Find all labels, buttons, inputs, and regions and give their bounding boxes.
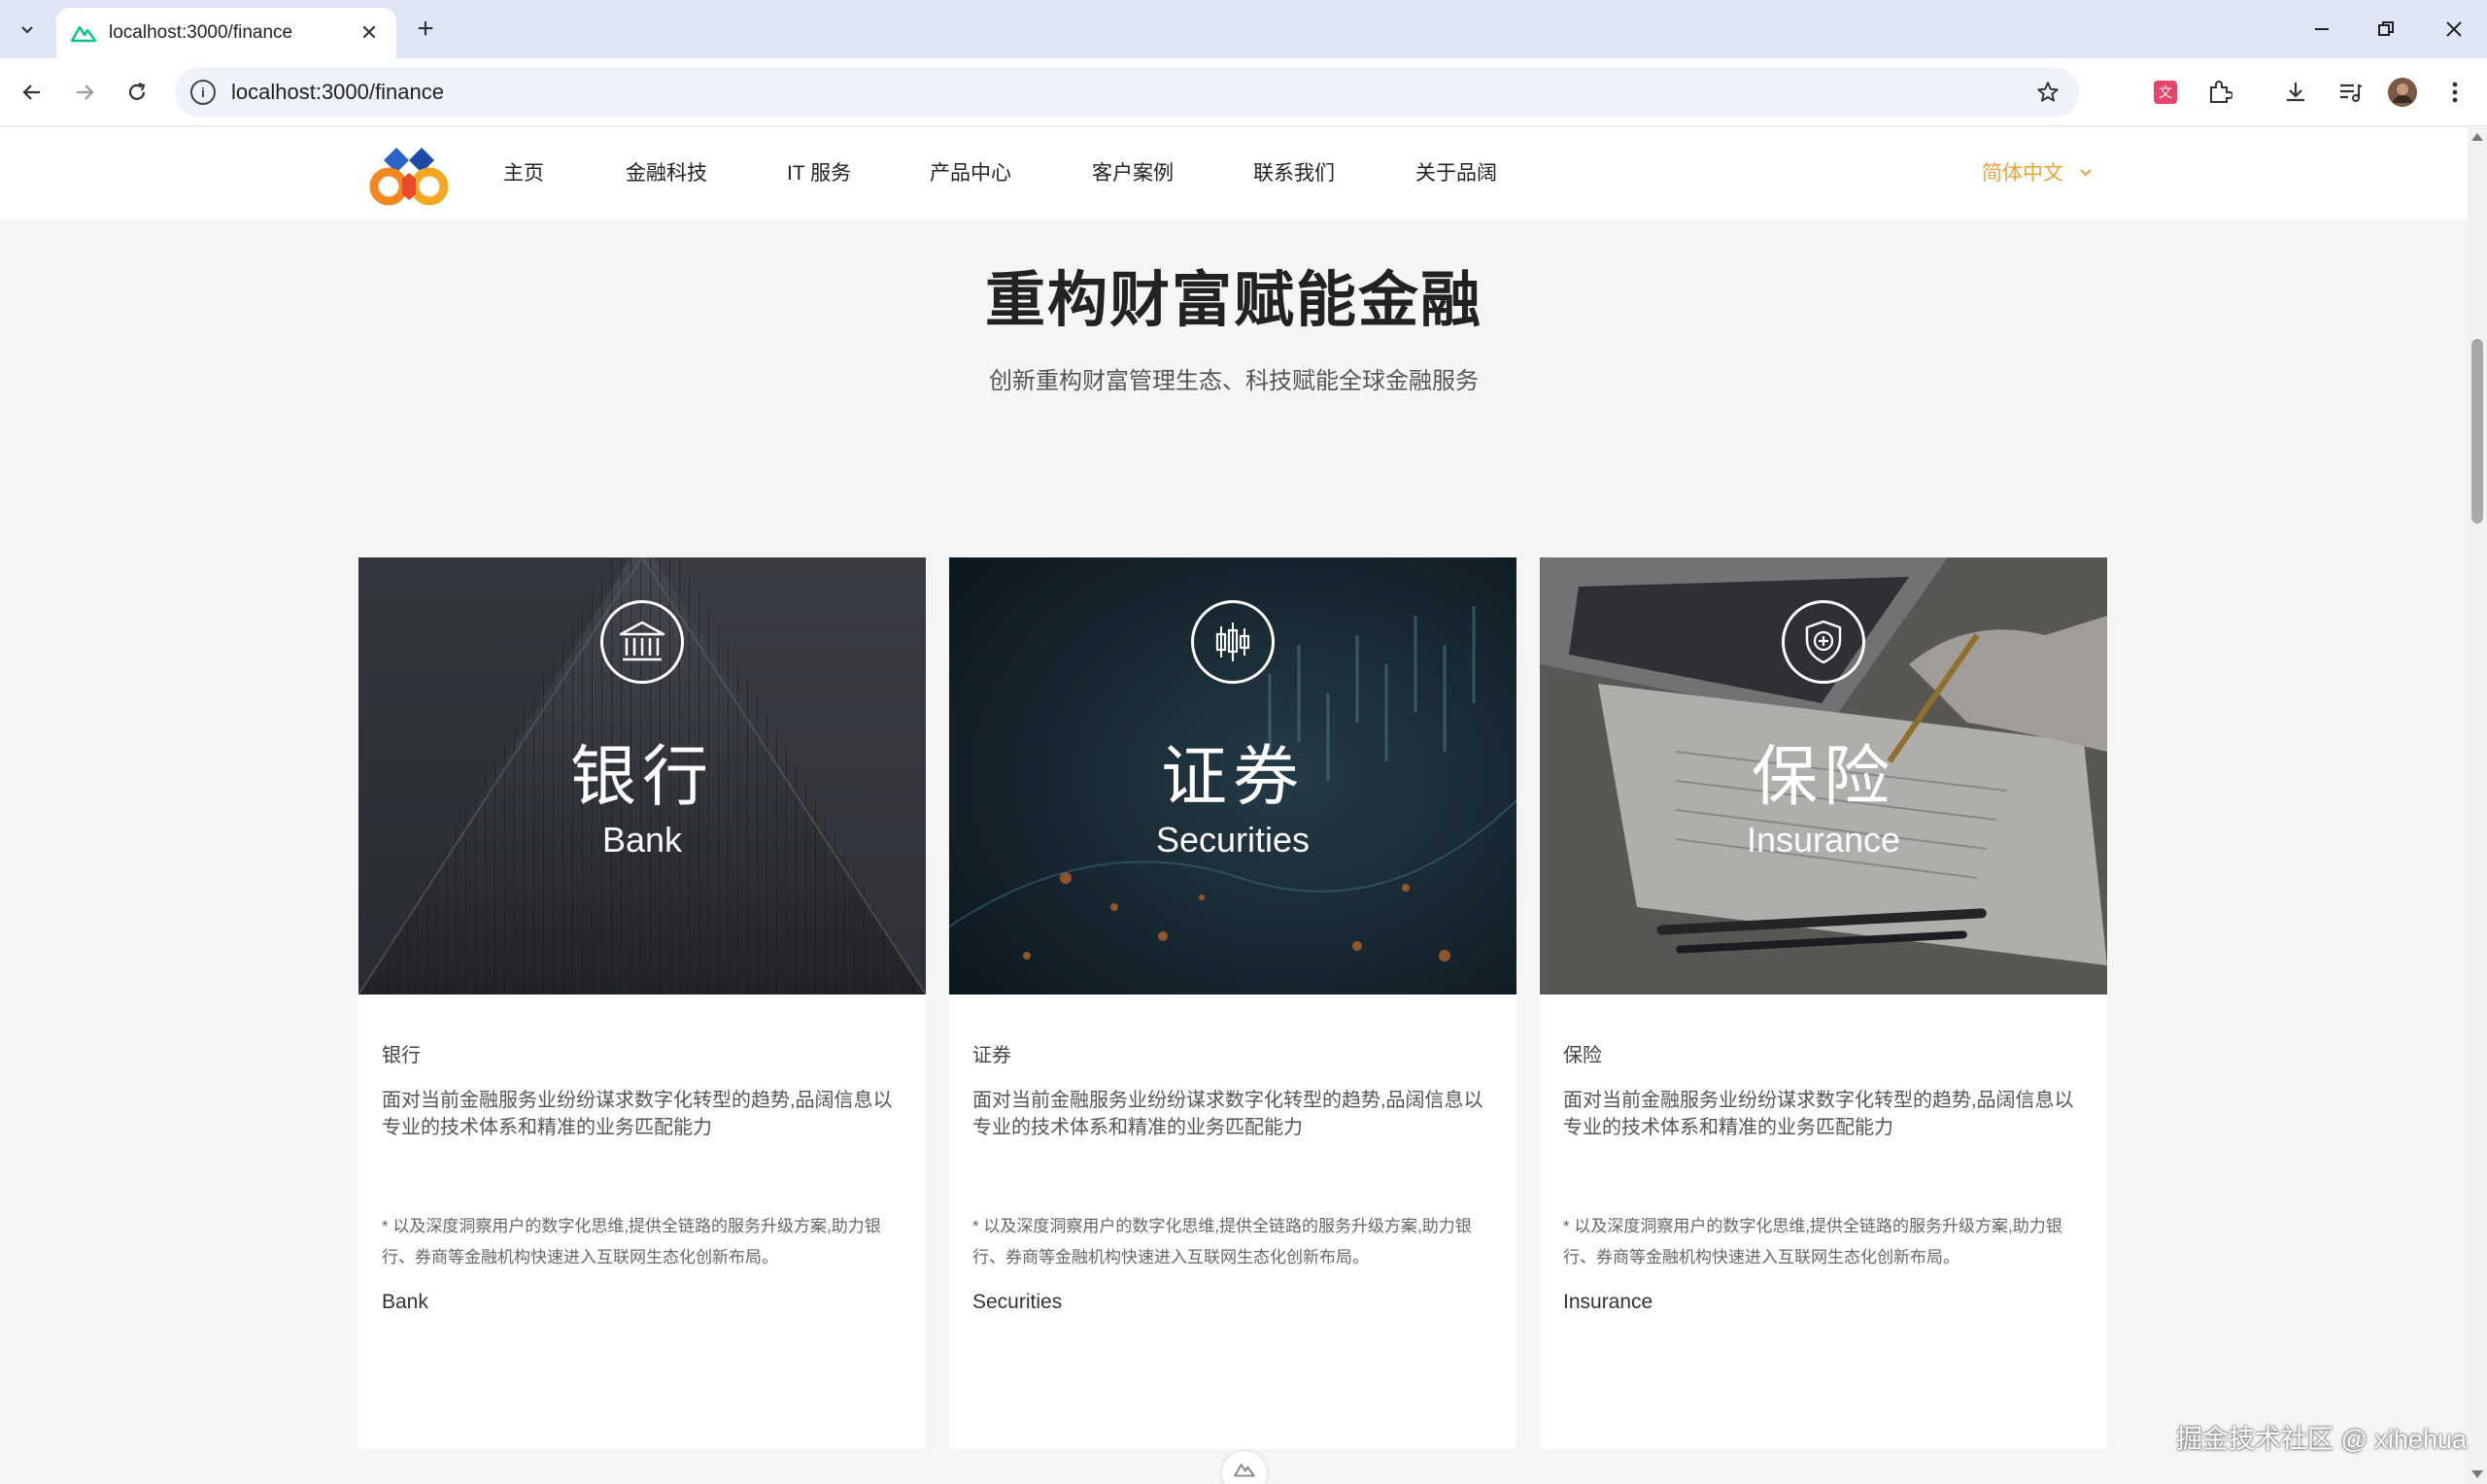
translate-extension-icon[interactable]: 文 [2145,72,2186,113]
watermark: 掘金技术社区 @ xihehua [2176,1425,2467,1454]
card-en-label: Insurance [1563,1291,1653,1313]
nav-item-products[interactable]: 产品中心 [930,157,1011,186]
tab-close-icon[interactable]: ✕ [356,20,383,46]
tab-search-chevron-icon[interactable] [10,12,45,47]
site-info-icon[interactable]: i [190,80,216,105]
card-en-label: Bank [382,1291,428,1313]
nav-item-cases[interactable]: 客户案例 [1092,157,1174,186]
close-window-icon[interactable] [2435,10,2473,49]
card-description: 面对当前金融服务业纷纷谋求数字化转型的趋势,品阔信息以专业的技术体系和精准的业务… [972,1090,1483,1138]
card-title-cn: 证券 [1160,740,1305,814]
download-icon[interactable] [2275,72,2316,113]
minimize-icon[interactable] [2302,10,2341,49]
media-playlist-icon[interactable] [2330,72,2370,113]
svg-text:文: 文 [2159,85,2172,101]
candlestick-icon [1191,600,1275,684]
card-label: 证券 [972,1045,1011,1066]
profile-avatar[interactable] [2382,72,2423,113]
browser-toolbar: i localhost:3000/finance 文 [0,58,2487,126]
language-select[interactable]: 简体中文 [1982,157,2093,186]
language-label: 简体中文 [1982,162,2063,185]
card-description: 面对当前金融服务业纷纷谋求数字化转型的趋势,品阔信息以专业的技术体系和精准的业务… [1563,1090,2074,1138]
card-title-en: Securities [1155,820,1311,860]
extensions-puzzle-icon[interactable] [2199,72,2240,113]
scroll-thumb[interactable] [2471,339,2483,523]
card-title-cn: 保险 [1751,740,1895,814]
card-title-en: Insurance [1746,820,1901,860]
restore-icon[interactable] [2367,10,2405,49]
bank-icon [600,600,684,684]
nuxt-devtools-badge[interactable] [1222,1451,1267,1484]
shield-plus-icon [1782,600,1865,684]
card-note: * 以及深度洞察用户的数字化思维,提供全链路的服务升级方案,助力银行、券商等金融… [1563,1217,2062,1266]
nav-item-home[interactable]: 主页 [503,157,544,186]
card-title-en: Bank [601,820,683,860]
reload-icon[interactable] [117,72,157,113]
new-tab-button[interactable]: + [408,12,443,47]
page-scrollbar[interactable] [2468,127,2487,1484]
hero-title: 重构财富赋能金融 [984,267,1482,334]
browser-menu-icon[interactable] [2435,72,2475,113]
nuxt-logo-icon [1234,1464,1255,1477]
hero-subtitle: 创新重构财富管理生态、科技赋能全球金融服务 [989,368,1479,394]
back-icon[interactable] [12,72,52,113]
card-label: 保险 [1563,1045,1602,1066]
site-header: 主页 金融科技 IT 服务 产品中心 客户案例 联系我们 关于品阔 简体中文 [0,127,2468,219]
card-image-bank: 银行 Bank [358,557,926,995]
card-securities[interactable]: 证券 Securities 证券 面对当前金融服务业纷纷谋求数字化转型的趋势,品… [949,557,1516,1449]
scroll-up-arrow-icon[interactable] [2471,133,2483,141]
card-bank[interactable]: 银行 Bank 银行 面对当前金融服务业纷纷谋求数字化转型的趋势,品阔信息以专业… [358,557,926,1449]
address-text[interactable]: localhost:3000/finance [231,80,2028,105]
card-image-insurance: 保险 Insurance [1540,557,2107,995]
nav-item-fintech[interactable]: 金融科技 [626,157,707,186]
card-note: * 以及深度洞察用户的数字化思维,提供全链路的服务升级方案,助力银行、券商等金融… [972,1217,1472,1266]
bookmark-star-icon[interactable] [2028,73,2067,112]
nav-item-contact[interactable]: 联系我们 [1253,157,1335,186]
browser-tab[interactable]: localhost:3000/finance ✕ [56,8,396,58]
card-note: * 以及深度洞察用户的数字化思维,提供全链路的服务升级方案,助力银行、券商等金融… [382,1217,881,1266]
forward-icon[interactable] [64,72,105,113]
scroll-down-arrow-icon[interactable] [2471,1470,2483,1478]
card-description: 面对当前金融服务业纷纷谋求数字化转型的趋势,品阔信息以专业的技术体系和精准的业务… [382,1090,893,1138]
card-en-label: Securities [972,1291,1063,1313]
address-bar[interactable]: i localhost:3000/finance [175,67,2079,118]
card-label: 银行 [382,1045,421,1066]
card-insurance[interactable]: 保险 Insurance 保险 面对当前金融服务业纷纷谋求数字化转型的趋势,品阔… [1540,557,2107,1449]
card-title-cn: 银行 [569,740,714,814]
chevron-down-icon [2080,169,2092,177]
company-logo[interactable] [367,144,451,206]
browser-tab-bar: localhost:3000/finance ✕ + [0,0,2487,58]
nav-item-about[interactable]: 关于品阔 [1415,157,1497,186]
card-image-securities: 证券 Securities [949,557,1516,995]
tab-title: localhost:3000/finance [109,22,293,43]
nav-item-it-services[interactable]: IT 服务 [787,157,851,186]
nuxt-favicon-icon [70,25,97,43]
